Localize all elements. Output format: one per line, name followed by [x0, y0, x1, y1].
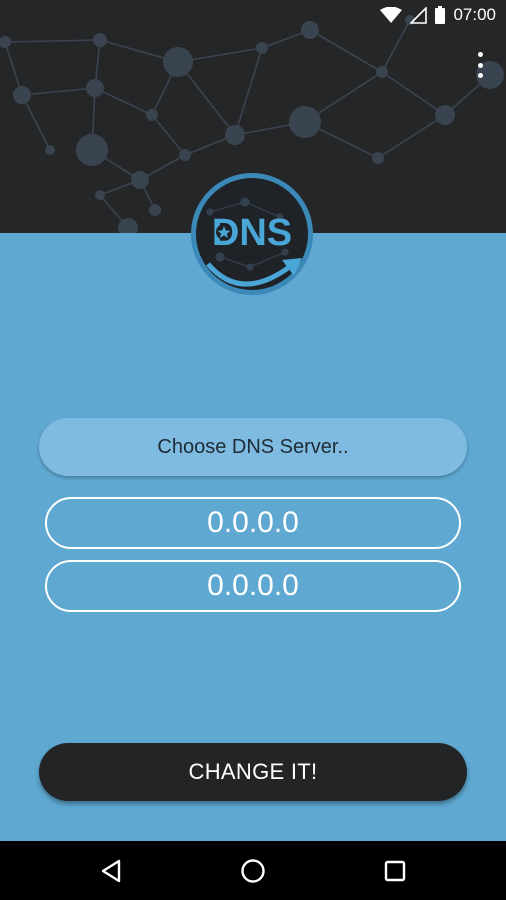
navigation-bar — [0, 841, 506, 900]
recents-icon[interactable] — [381, 857, 409, 885]
overflow-menu-icon[interactable] — [472, 52, 488, 78]
change-it-button[interactable]: CHANGE IT! — [39, 743, 467, 801]
secondary-dns-value: 0.0.0.0 — [207, 569, 299, 602]
wifi-icon — [380, 6, 403, 23]
status-time: 07:00 — [453, 5, 496, 24]
primary-dns-value: 0.0.0.0 — [207, 506, 299, 539]
cell-signal-icon — [410, 6, 428, 24]
back-icon[interactable] — [97, 857, 125, 885]
battery-icon — [435, 6, 446, 24]
dns-logo: DNS — [191, 173, 313, 295]
choose-dns-server-button[interactable]: Choose DNS Server.. — [39, 418, 467, 476]
change-it-label: CHANGE IT! — [188, 759, 318, 784]
choose-dns-server-label: Choose DNS Server.. — [157, 435, 349, 458]
status-bar: 07:00 — [0, 0, 506, 30]
secondary-dns-field[interactable]: 0.0.0.0 — [45, 560, 461, 612]
home-icon[interactable] — [239, 857, 267, 885]
primary-dns-field[interactable]: 0.0.0.0 — [45, 497, 461, 549]
